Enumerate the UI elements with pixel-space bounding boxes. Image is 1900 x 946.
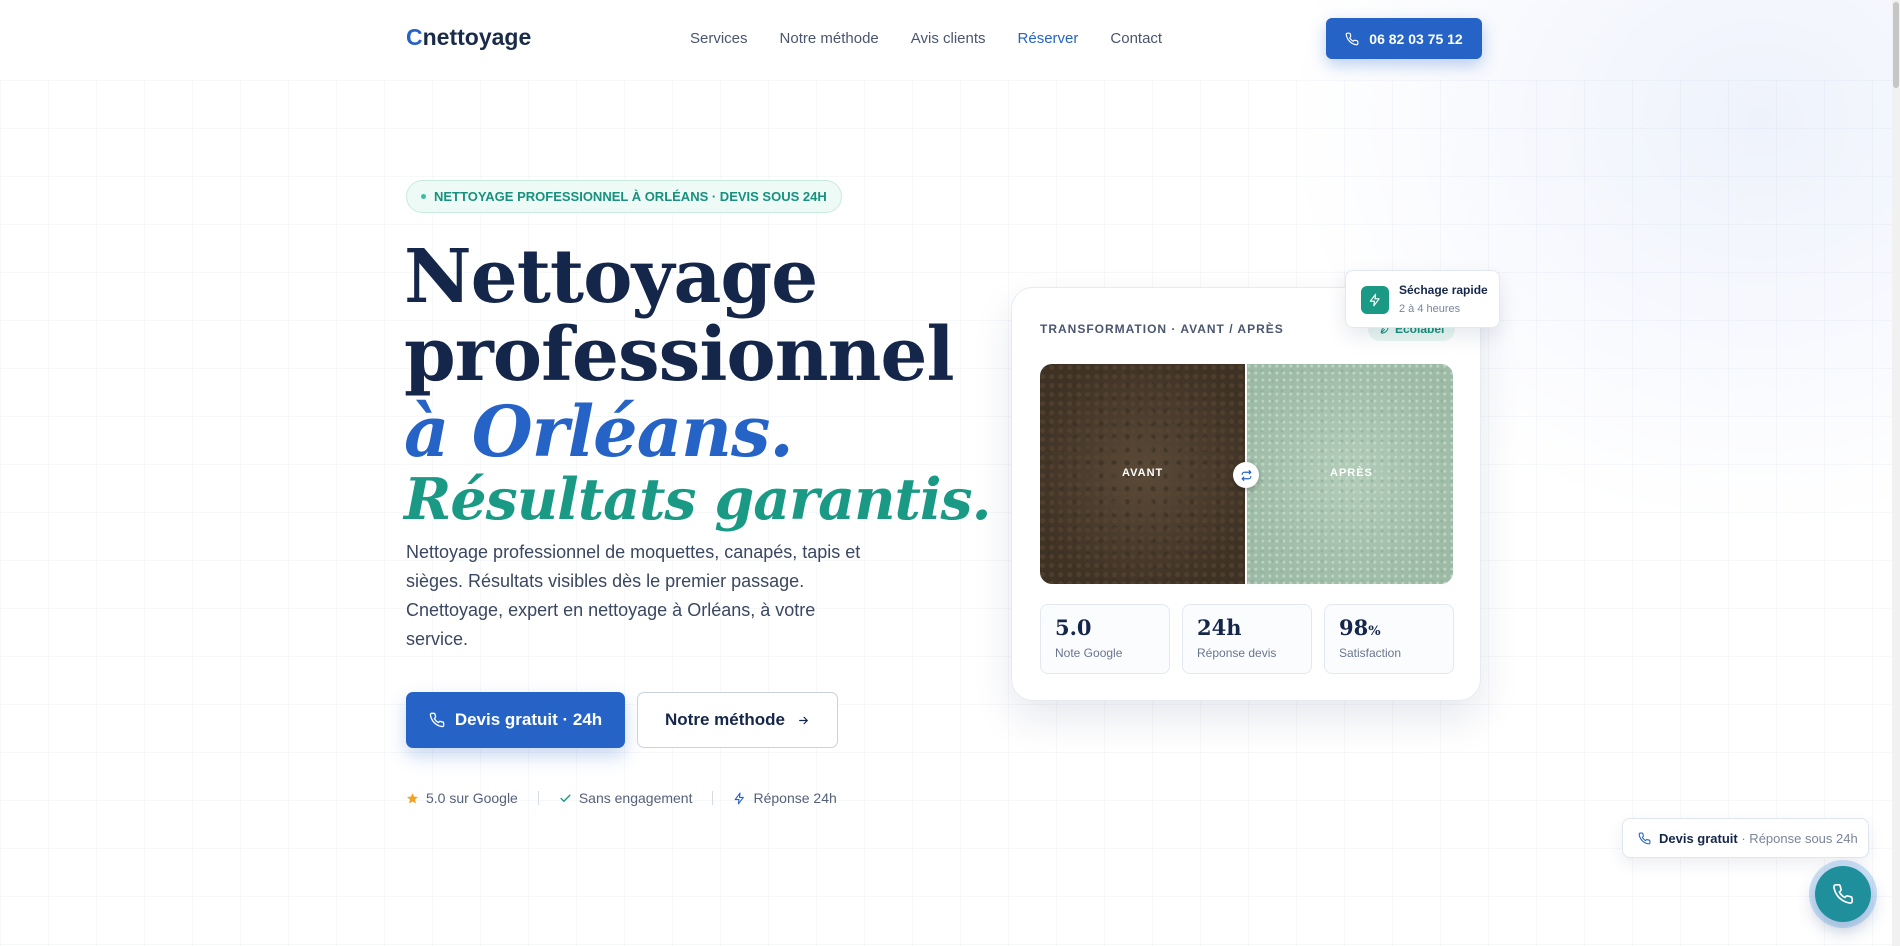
nav-link-methode[interactable]: Notre méthode (780, 30, 879, 47)
hero-badge-text: NETTOYAGE PROFESSIONNEL À ORLÉANS · DEVI… (434, 189, 827, 204)
slider-handle[interactable] (1233, 462, 1259, 488)
trust-row: 5.0 sur Google Sans engagement Réponse 2… (406, 790, 837, 806)
hero-badge: NETTOYAGE PROFESSIONNEL À ORLÉANS · DEVI… (406, 180, 842, 213)
bolt-icon (735, 792, 745, 804)
before-label: AVANT (1122, 467, 1164, 479)
before-after-slider[interactable]: AVANT APRÈS (1040, 364, 1453, 584)
phone-button[interactable]: 06 82 03 75 12 (1326, 18, 1482, 59)
swap-icon (1241, 469, 1251, 481)
devis-gratuit-label: Devis gratuit · 24h (454, 710, 603, 729)
phone-icon (1833, 884, 1853, 904)
nav-links: Services Notre méthode Avis clients Rése… (690, 30, 1162, 47)
trust-item-engagement: Sans engagement (559, 790, 692, 806)
badge-dot (421, 194, 426, 199)
stat-reponse: 24h Réponse devis (1182, 604, 1312, 674)
sechage-subtitle: 2 à 4 heures (1399, 303, 1461, 315)
page-scrollbar[interactable] (1892, 0, 1900, 946)
phone-button-label: 06 82 03 75 12 (1369, 30, 1463, 47)
logo[interactable]: Cnettoyage (406, 24, 531, 51)
top-navigation: Cnettoyage Services Notre méthode Avis c… (0, 0, 1900, 80)
trust-item-google: 5.0 sur Google (406, 790, 518, 806)
trust-separator (537, 791, 539, 805)
hero-title-line-1: Nettoyage (404, 234, 818, 320)
nav-link-avis[interactable]: Avis clients (911, 30, 986, 47)
phone-icon (1638, 832, 1651, 844)
sechage-rapide-badge: Séchage rapide 2 à 4 heures (1345, 270, 1500, 328)
call-fab-button[interactable] (1815, 866, 1871, 922)
card-title: TRANSFORMATION · AVANT / APRÈS (1040, 322, 1284, 336)
scrollbar-thumb[interactable] (1893, 2, 1899, 88)
star-icon (406, 792, 419, 803)
trust-item-reponse: Réponse 24h (733, 790, 837, 806)
stats-row: 5.0 Note Google 24h Réponse devis 98% Sa… (1040, 604, 1454, 674)
stat-satisfaction: 98% Satisfaction (1324, 604, 1454, 674)
phone-icon (1345, 32, 1359, 45)
phone-icon (429, 712, 445, 728)
hero-title-line-3: à Orléans. (404, 390, 794, 473)
devis-gratuit-button[interactable]: Devis gratuit · 24h (406, 692, 625, 748)
sechage-title: Séchage rapide (1399, 283, 1488, 297)
after-label: APRÈS (1330, 467, 1373, 479)
notre-methode-label: Notre méthode (665, 710, 785, 729)
hero-title-line-2: professionnel (404, 312, 955, 398)
nav-link-services[interactable]: Services (690, 30, 748, 47)
bolt-icon (1361, 286, 1389, 314)
before-after-card: TRANSFORMATION · AVANT / APRÈS Ecolabel … (1011, 287, 1481, 701)
check-icon (560, 794, 571, 802)
trust-separator (712, 791, 714, 805)
stat-google: 5.0 Note Google (1040, 604, 1170, 674)
hero-lead: Nettoyage professionnel de moquettes, ca… (406, 542, 861, 649)
hero-title-line-4: Résultats garantis. (404, 466, 991, 533)
nav-link-reserver[interactable]: Réserver (1018, 30, 1079, 47)
nav-link-contact[interactable]: Contact (1110, 30, 1162, 47)
arrow-right-icon (799, 716, 808, 724)
devis-gratuit-pill[interactable]: Devis gratuit · Réponse sous 24h (1622, 818, 1869, 858)
notre-methode-button[interactable]: Notre méthode (637, 692, 838, 748)
